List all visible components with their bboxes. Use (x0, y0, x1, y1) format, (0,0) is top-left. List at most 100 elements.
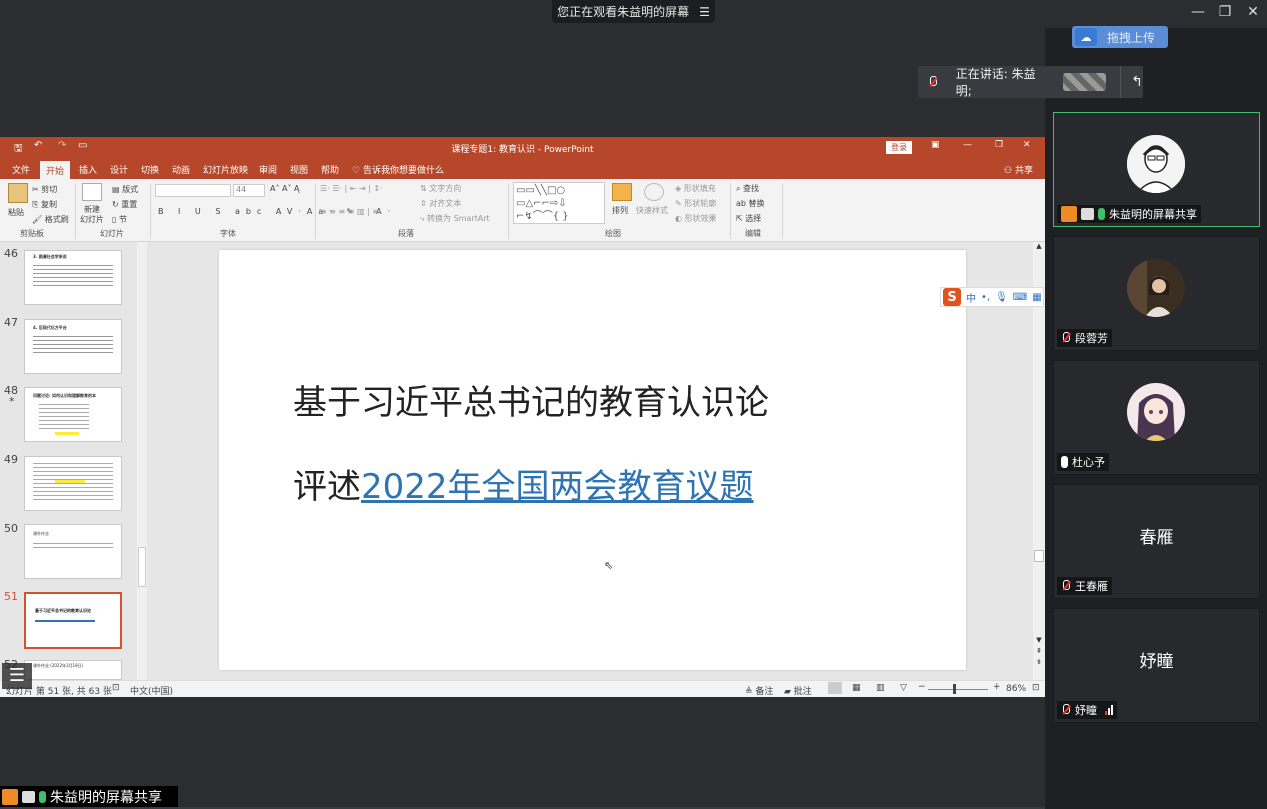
tab-design[interactable]: 设计 (110, 163, 128, 176)
align-text-button[interactable]: ⇕ 对齐文本 (420, 198, 461, 209)
tell-me-text: 告诉我你想要做什么 (362, 166, 444, 176)
tab-view[interactable]: 视图 (290, 163, 308, 176)
editor-scrollbar[interactable]: ▲ ▼ ⇞ ⇟ (1033, 242, 1045, 680)
list-menu-icon[interactable]: ☰ (2, 663, 32, 689)
toolbox-icon[interactable]: ▦ (1032, 292, 1041, 303)
ime-mode[interactable]: 中 (966, 290, 976, 305)
tab-insert[interactable]: 插入 (79, 163, 97, 176)
quick-styles-icon[interactable] (644, 183, 664, 201)
tab-file[interactable]: 文件 (12, 163, 30, 176)
section-button[interactable]: ▯ 节 (112, 214, 127, 225)
menu-icon[interactable]: ☰ (699, 5, 710, 19)
grow-font-icon[interactable]: A˄ A˅ Ą (270, 184, 300, 193)
comments-button[interactable]: ▰ 批注 (784, 684, 812, 697)
slide-thumbnail-52[interactable]: 课外作业 (2022年3月18日) (24, 660, 122, 680)
login-button[interactable]: 登录 (886, 141, 912, 154)
participant-display-name: 春雁 (1139, 528, 1174, 548)
participant-tile-duxinyu[interactable]: 杜心予 (1053, 360, 1260, 475)
zoom-in-button[interactable]: + (993, 682, 1001, 692)
cut-button[interactable]: ✂ 剪切 (32, 184, 57, 195)
reset-button[interactable]: ↻ 重置 (112, 199, 137, 210)
slide-thumbnail-47[interactable]: 4. 后现代化方平台 (24, 319, 122, 374)
notes-button[interactable]: ≜ 备注 (745, 684, 773, 697)
spellcheck-icon[interactable]: ⊡ (112, 683, 120, 693)
watching-indicator[interactable]: 您正在观看朱益明的屏幕 ☰ (552, 0, 715, 23)
voice-icon[interactable]: 🎙 (995, 292, 1008, 303)
find-button[interactable]: ⌕ 查找 (736, 183, 759, 194)
reading-view-icon[interactable]: ▥ (876, 683, 885, 693)
replace-button[interactable]: ab 替换 (736, 198, 765, 209)
slide-thumbnail-49[interactable] (24, 456, 122, 511)
ppt-minimize[interactable]: — (963, 140, 972, 150)
normal-view-icon[interactable] (828, 682, 842, 694)
slide-hyperlink[interactable]: 2022年全国两会教育议题 (361, 467, 754, 507)
ime-toolbar[interactable]: S 中 •, 🎙 ⌨ ▦ (940, 287, 1044, 307)
tab-transitions[interactable]: 切换 (141, 163, 159, 176)
ppt-close[interactable]: ✕ (1023, 140, 1031, 150)
font-size-select[interactable]: 44 (233, 184, 265, 197)
font-family-select[interactable] (155, 184, 231, 197)
fit-slide-icon[interactable]: ⊡ (1032, 683, 1040, 693)
slide-sorter-icon[interactable]: ▦ (852, 683, 861, 693)
slide-thumbnail-46[interactable]: 3. 图谱社会学来说 (24, 250, 122, 305)
arrange-icon[interactable] (612, 183, 632, 201)
shape-fill-button[interactable]: ◈ 形状填充 (675, 183, 716, 194)
drag-upload-button[interactable]: ☁ 拖拽上传 (1072, 26, 1168, 48)
format-painter-button[interactable]: 🖌 格式刷 (32, 214, 69, 225)
quick-styles-button[interactable]: 快速样式 (636, 205, 668, 216)
arrange-button[interactable]: 排列 (612, 205, 628, 216)
paste-icon[interactable] (8, 183, 28, 203)
bullets-icon[interactable]: ☰· ☰· | ⇤ ⇥ | ↕· (320, 184, 383, 193)
zoom-out-button[interactable]: − (918, 682, 926, 692)
new-slide-button[interactable]: 新建 幻灯片 (80, 205, 104, 225)
share-button[interactable]: ⚇ 共享 (1004, 163, 1033, 176)
layout-button[interactable]: ▤ 版式 (112, 184, 138, 195)
tell-me-box[interactable]: ♡ 告诉我你想要做什么 (352, 163, 444, 176)
tab-review[interactable]: 审阅 (259, 163, 277, 176)
shape-effects-button[interactable]: ◐ 形状效果 (675, 213, 717, 224)
reply-icon[interactable]: ↰ (1131, 74, 1143, 90)
participant-label: 朱益明的屏幕共享 (1057, 205, 1201, 223)
sogou-logo-icon: S (943, 288, 961, 306)
thumbnails-scrollbar[interactable] (137, 242, 147, 680)
punctuation-icon[interactable]: •, (981, 292, 990, 303)
keyboard-icon[interactable]: ⌨ (1013, 292, 1027, 303)
participant-tile-yutong[interactable]: 妤瞳 妤瞳 (1053, 608, 1260, 723)
language-status[interactable]: 中文(中国) (130, 684, 173, 697)
ppt-restore[interactable]: ❐ (995, 140, 1003, 150)
text-direction-button[interactable]: ⇅ 文字方向 (420, 183, 461, 194)
copy-button[interactable]: ⎘ 复制 (32, 199, 57, 210)
ribbon-display-icon[interactable]: ▣ (931, 140, 940, 150)
new-slide-icon[interactable] (82, 183, 102, 201)
align-icons[interactable]: ≡ ≡ ≡ ≡ ▥ | ≡· (320, 207, 382, 216)
slide-thumbnail-51-selected[interactable]: 基于习近平总书记的教育认识论 (24, 592, 122, 649)
slide-title-line1[interactable]: 基于习近平总书记的教育认识论 (293, 375, 769, 424)
tab-home[interactable]: 开始 (40, 161, 71, 179)
format-painter-label: 格式刷 (44, 215, 69, 224)
participant-tile-wangchunyan[interactable]: 春雁 王春雁 (1053, 484, 1260, 599)
tab-animations[interactable]: 动画 (172, 163, 190, 176)
slide-title-line2[interactable]: 评述2022年全国两会教育议题 (293, 459, 754, 508)
slide-thumbnail-48[interactable]: 问题讨论: 如何认识和理解教育的本 (24, 387, 122, 442)
paste-button[interactable]: 粘贴 (8, 207, 24, 218)
mic-off-icon (1061, 580, 1071, 592)
smartart-label: 转换为 SmartArt (427, 214, 490, 223)
shapes-gallery[interactable]: ▭▭╲╲□○ ▭△⌐⌐⇨⇩ ⌐↯⌒⌒{ } (513, 182, 605, 224)
close-button[interactable]: ✕ (1243, 4, 1263, 20)
participant-tile-duanrongfang[interactable]: 段蓉芳 (1053, 236, 1260, 351)
smartart-button[interactable]: ⤷ 转换为 SmartArt (420, 213, 490, 224)
slideshow-view-icon[interactable]: ▽ (900, 683, 907, 693)
tab-slideshow[interactable]: 幻灯片放映 (203, 163, 248, 176)
participant-name: 朱益明的屏幕共享 (1109, 208, 1197, 221)
slide-thumbnail-50[interactable]: 课外作业 (24, 524, 122, 579)
restore-button[interactable]: ❐ (1215, 4, 1235, 20)
find-label: 查找 (743, 184, 760, 193)
minimize-button[interactable]: — (1188, 4, 1208, 20)
participant-tile-zhuyiming[interactable]: 朱益明的屏幕共享 (1053, 112, 1260, 227)
zoom-level[interactable]: 86% (1006, 684, 1026, 694)
zoom-slider[interactable] (928, 689, 988, 690)
select-button[interactable]: ⇱ 选择 (736, 213, 761, 224)
zoom-slider-thumb[interactable] (953, 684, 956, 694)
shape-outline-button[interactable]: ✎ 形状轮廓 (675, 198, 716, 209)
tab-help[interactable]: 帮助 (321, 163, 339, 176)
